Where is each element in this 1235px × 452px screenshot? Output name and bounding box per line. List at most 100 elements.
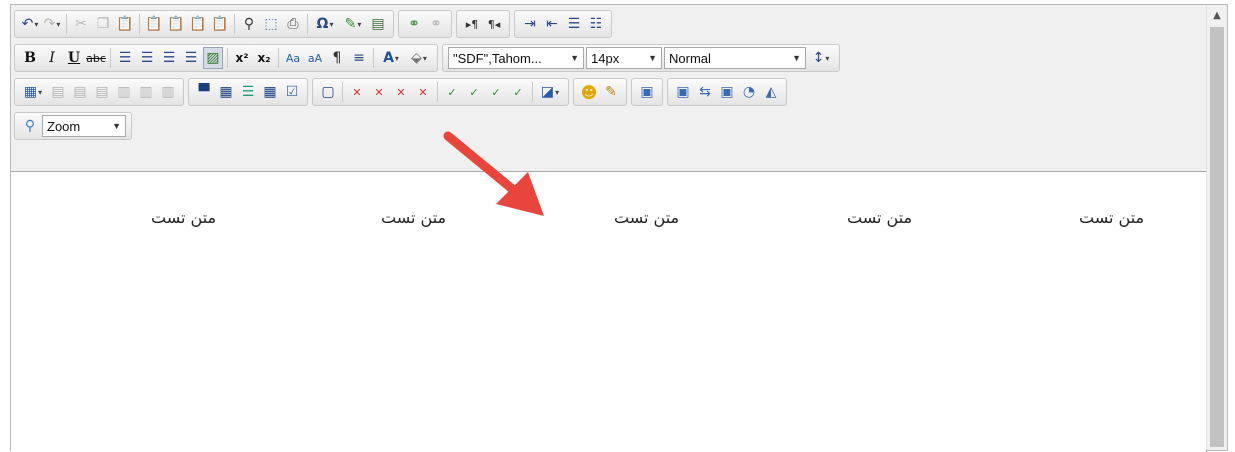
insert-frame-button[interactable]: ▢ bbox=[318, 81, 338, 103]
insert-row-below-button[interactable]: ▤ bbox=[70, 81, 90, 103]
table-grid-button[interactable]: ▦ bbox=[216, 81, 236, 103]
table-properties-button[interactable]: ☑ bbox=[282, 81, 302, 103]
remove-format-1-button[interactable]: ✕ bbox=[347, 81, 367, 103]
redo-button[interactable]: ↷ ▾ bbox=[42, 13, 62, 35]
paragraph-button[interactable]: ¶ bbox=[327, 47, 347, 69]
rtl-button[interactable]: ¶◂ bbox=[484, 13, 504, 35]
remove-icon: ✕ bbox=[352, 85, 362, 99]
insert-table-button[interactable]: ▦ ▾ bbox=[20, 81, 46, 103]
check-icon: ✓ bbox=[491, 85, 501, 99]
remove-format-2-button[interactable]: ✕ bbox=[369, 81, 389, 103]
align-center-button[interactable]: ☰ bbox=[137, 47, 157, 69]
delete-col-button[interactable]: ▥ bbox=[158, 81, 178, 103]
media-button[interactable]: ▣ bbox=[717, 81, 737, 103]
insert-box-button[interactable]: ◪ ▾ bbox=[537, 81, 563, 103]
paste-html-button[interactable]: 📋 bbox=[188, 13, 208, 35]
font-color-caret-icon[interactable]: ▾ bbox=[395, 54, 399, 63]
remove-icon: ✕ bbox=[374, 85, 384, 99]
paste-button[interactable]: 📋 bbox=[115, 13, 135, 35]
insert-row-above-button[interactable]: ▤ bbox=[48, 81, 68, 103]
insert-box-caret-icon[interactable]: ▾ bbox=[555, 88, 559, 97]
unlink-icon: ⚭ bbox=[430, 16, 442, 32]
picture-button[interactable]: ◭ bbox=[761, 81, 781, 103]
line-height-button[interactable]: ↕ ▾ bbox=[808, 47, 834, 69]
bullet-list-button[interactable]: ☷ bbox=[586, 13, 606, 35]
insert-table-caret-icon[interactable]: ▾ bbox=[38, 88, 42, 97]
scroll-up-icon[interactable]: ▲ bbox=[1207, 5, 1227, 25]
bold-button[interactable]: B bbox=[20, 47, 40, 69]
emoticon-button[interactable]: ☻ bbox=[579, 81, 599, 103]
italic-button[interactable]: I bbox=[42, 47, 62, 69]
check-1-button[interactable]: ✓ bbox=[442, 81, 462, 103]
paste-text-button[interactable]: 📋 bbox=[144, 13, 164, 35]
image-gallery-button[interactable]: ▣ bbox=[673, 81, 693, 103]
undo-button[interactable]: ↶ ▾ bbox=[20, 13, 40, 35]
line-spacing-button[interactable]: ≡ bbox=[349, 47, 369, 69]
chart-button[interactable]: ◔ bbox=[739, 81, 759, 103]
insert-col-right-button[interactable]: ▥ bbox=[136, 81, 156, 103]
align-left-button[interactable]: ☰ bbox=[115, 47, 135, 69]
indent-button[interactable]: ⇥ bbox=[520, 13, 540, 35]
paste-word-button[interactable]: 📋 bbox=[166, 13, 186, 35]
separator bbox=[66, 14, 67, 34]
numbered-list-button[interactable]: ☰ bbox=[564, 13, 584, 35]
delete-row-button[interactable]: ▤ bbox=[92, 81, 112, 103]
copy-button[interactable]: ❐ bbox=[93, 13, 113, 35]
insert-col-left-button[interactable]: ▥ bbox=[114, 81, 134, 103]
align-justify-button[interactable]: ☰ bbox=[181, 47, 201, 69]
strikethrough-button[interactable]: abc bbox=[86, 47, 106, 69]
line-height-caret-icon[interactable]: ▾ bbox=[825, 54, 829, 63]
special-char-button[interactable]: Ω ▾ bbox=[312, 13, 338, 35]
font-size-select[interactable]: 14px ▼ bbox=[586, 47, 662, 69]
superscript-button[interactable]: x² bbox=[232, 47, 252, 69]
underline-button[interactable]: U bbox=[64, 47, 84, 69]
word-count-button[interactable]: ▤ bbox=[368, 13, 388, 35]
remove-format-4-button[interactable]: ✕ bbox=[413, 81, 433, 103]
cleanup-button[interactable]: ✎ ▾ bbox=[340, 13, 366, 35]
table-header-button[interactable]: ▀ bbox=[194, 81, 214, 103]
insert-image-button[interactable]: ▣ bbox=[637, 81, 657, 103]
vertical-scrollbar[interactable]: ▲ bbox=[1206, 5, 1227, 450]
change-case-button[interactable]: Aa bbox=[283, 47, 303, 69]
check-2-button[interactable]: ✓ bbox=[464, 81, 484, 103]
outdent-button[interactable]: ⇤ bbox=[542, 13, 562, 35]
align-right-button[interactable]: ☰ bbox=[159, 47, 179, 69]
chart-icon: ◔ bbox=[742, 84, 756, 100]
cleanup-caret-icon[interactable]: ▾ bbox=[357, 20, 361, 29]
separator bbox=[342, 82, 343, 102]
check-3-button[interactable]: ✓ bbox=[486, 81, 506, 103]
font-color-button[interactable]: A ▾ bbox=[378, 47, 404, 69]
paste-plain-button[interactable]: 📋 bbox=[210, 13, 230, 35]
highlight-color-caret-icon[interactable]: ▾ bbox=[423, 54, 427, 63]
check-4-button[interactable]: ✓ bbox=[508, 81, 528, 103]
select-all-button[interactable]: ⬚ bbox=[261, 13, 281, 35]
highlight-color-button[interactable]: ⬙ ▾ bbox=[406, 47, 432, 69]
print-button[interactable]: ⎙ bbox=[283, 13, 303, 35]
special-char-caret-icon[interactable]: ▾ bbox=[329, 20, 333, 29]
editor-content[interactable]: متن تست متن تست متن تست متن تست متن تست bbox=[11, 171, 1207, 452]
zoom-select[interactable]: Zoom ▼ bbox=[42, 115, 126, 137]
undo-caret-icon[interactable]: ▾ bbox=[34, 20, 38, 29]
flash-button[interactable]: ⇆ bbox=[695, 81, 715, 103]
chevron-down-icon: ▼ bbox=[112, 121, 121, 131]
text-direction-button[interactable]: aA bbox=[305, 47, 325, 69]
cut-button[interactable]: ✂ bbox=[71, 13, 91, 35]
format-painter-button[interactable]: ▨ bbox=[203, 47, 223, 69]
link-button[interactable]: ⚭ bbox=[404, 13, 424, 35]
font-name-select[interactable]: "SDF",Tahom... ▼ bbox=[448, 47, 584, 69]
zoom-icon-button[interactable]: ⚲ bbox=[20, 115, 40, 137]
subscript-button[interactable]: x₂ bbox=[254, 47, 274, 69]
format-select[interactable]: Normal ▼ bbox=[664, 47, 806, 69]
document-icon: ▤ bbox=[371, 16, 385, 32]
redo-caret-icon[interactable]: ▾ bbox=[56, 20, 60, 29]
toolbar-row-2: B I U abc ☰ ☰ ☰ ☰ ▨ x² x₂ Aa aA ¶ ≡ A▾ bbox=[14, 43, 840, 73]
template-button[interactable]: ✎ bbox=[601, 81, 621, 103]
scroll-thumb[interactable] bbox=[1210, 27, 1224, 447]
find-button[interactable]: ⚲ bbox=[239, 13, 259, 35]
flash-icon: ⇆ bbox=[699, 84, 711, 100]
table-small-button[interactable]: ▦ bbox=[260, 81, 280, 103]
ltr-button[interactable]: ▸¶ bbox=[462, 13, 482, 35]
unlink-button[interactable]: ⚭ bbox=[426, 13, 446, 35]
remove-format-3-button[interactable]: ✕ bbox=[391, 81, 411, 103]
table-stripe-button[interactable]: ☰ bbox=[238, 81, 258, 103]
